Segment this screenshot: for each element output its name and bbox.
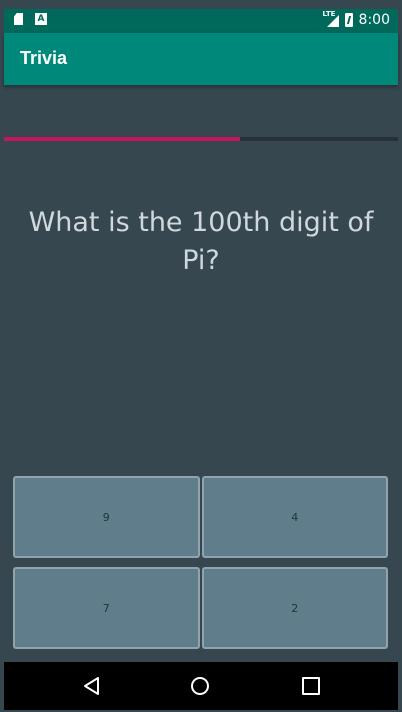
answer-button-4[interactable]: 2 <box>201 567 388 649</box>
progress-bar-fill <box>4 137 241 141</box>
lte-signal-icon: LTE <box>323 10 339 27</box>
status-bar-system: LTE 8:00 <box>323 10 390 28</box>
answer-grid: 9 4 7 2 <box>13 476 388 650</box>
status-bar-notifications: A <box>14 13 47 25</box>
home-icon[interactable] <box>191 677 209 695</box>
app-title: Trivia <box>20 48 68 68</box>
answer-button-3[interactable]: 7 <box>13 567 200 649</box>
back-icon[interactable] <box>82 676 102 696</box>
recents-icon[interactable] <box>302 677 320 695</box>
phone-screen: A LTE 8:00 Trivia What is the 100th digi… <box>0 0 402 712</box>
a-notification-icon: A <box>35 13 47 25</box>
clock: 8:00 <box>358 12 390 28</box>
progress-bar <box>4 137 398 141</box>
app-bar: Trivia <box>4 33 398 85</box>
answer-button-1[interactable]: 9 <box>13 476 200 558</box>
sd-card-icon <box>14 13 23 25</box>
answer-button-2[interactable]: 4 <box>201 476 388 558</box>
battery-charging-icon <box>344 13 353 27</box>
navigation-bar <box>4 662 398 710</box>
status-bar: A LTE 8:00 <box>4 9 398 33</box>
question-text: What is the 100th digit of Pi? <box>28 207 374 276</box>
signal-strength-icon <box>326 15 339 27</box>
